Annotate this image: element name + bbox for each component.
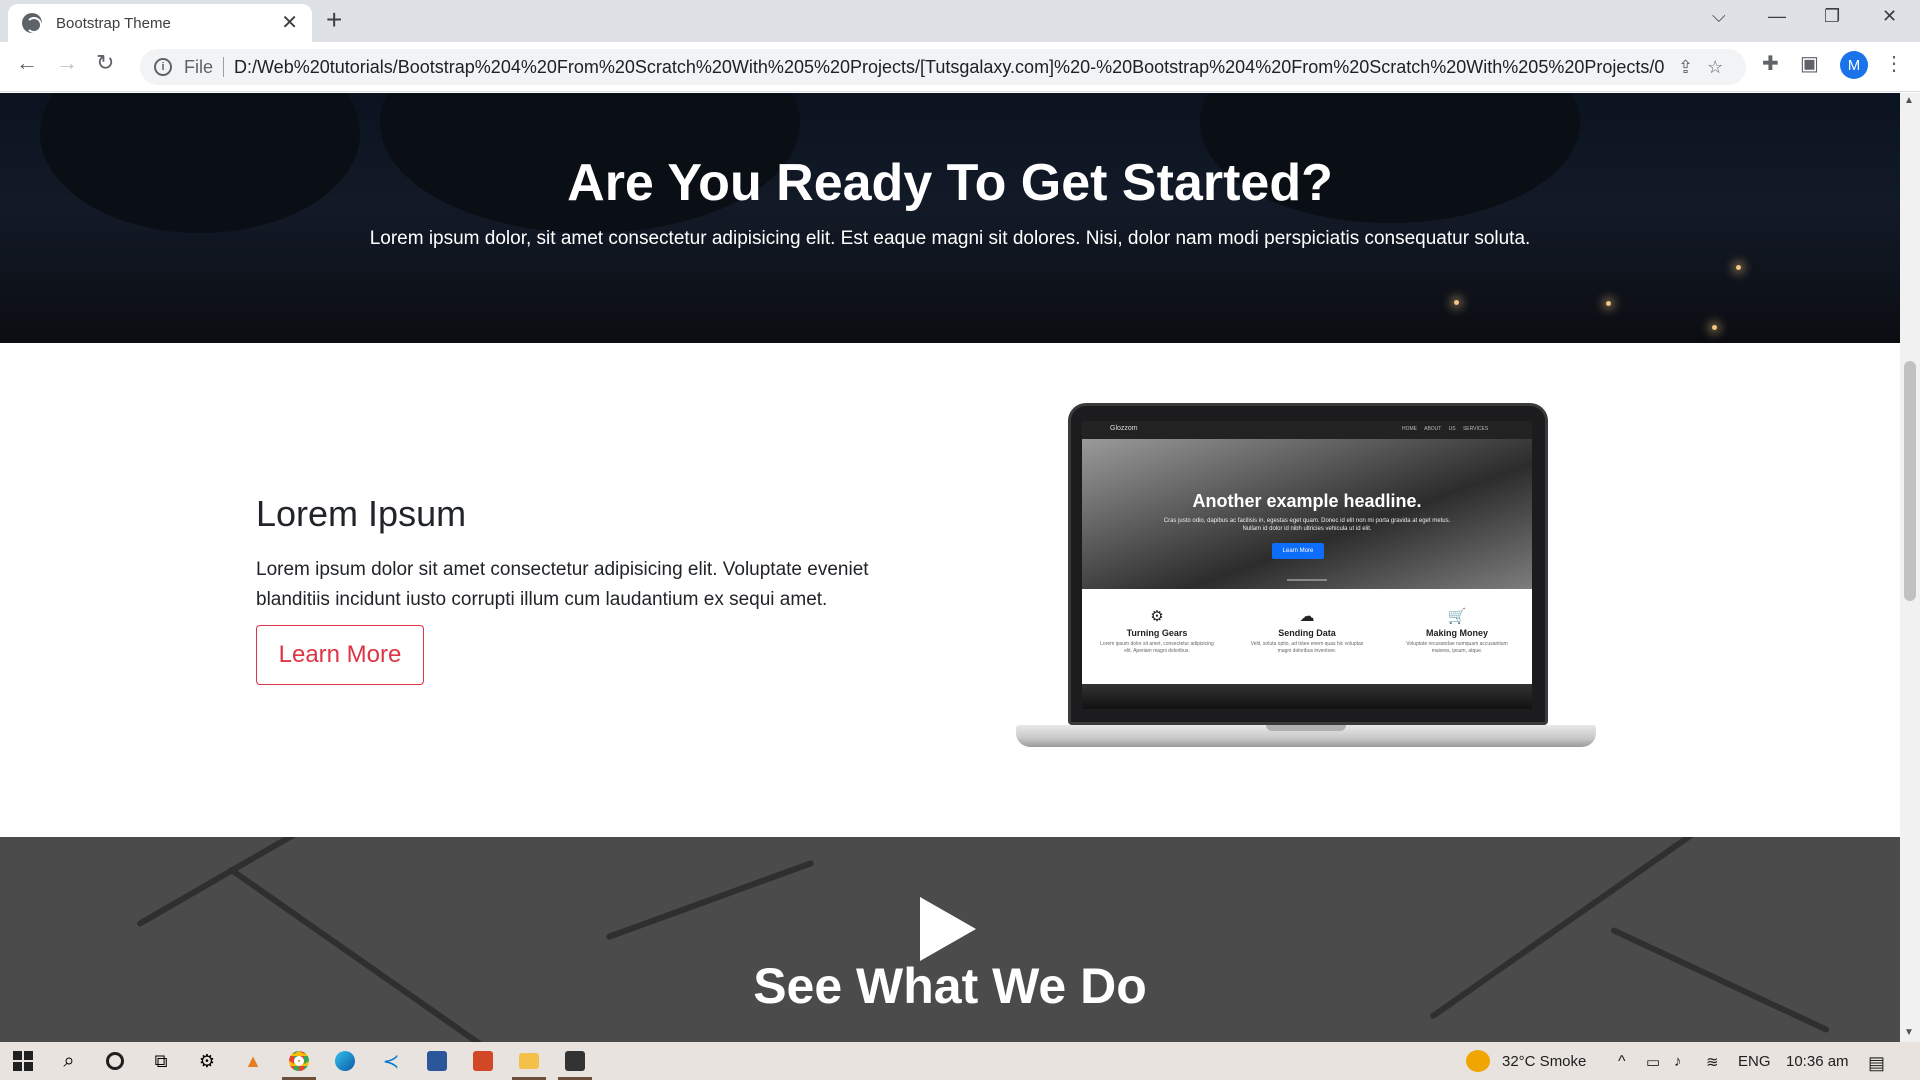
page-viewport: Are You Ready To Get Started? Lorem ipsu…	[0, 93, 1900, 1042]
powerpoint-icon[interactable]	[460, 1042, 506, 1080]
wifi-icon[interactable]: ≋	[1706, 1053, 1719, 1071]
screen-hero: Another example headline. Cras justo odi…	[1082, 439, 1532, 589]
laptop-image: Glozzom HOME ABOUT US SERVICES Another e…	[1016, 403, 1596, 763]
sticky-notes-icon[interactable]	[552, 1042, 598, 1080]
profile-avatar[interactable]: M	[1840, 51, 1868, 79]
vscode-icon[interactable]: ≺	[368, 1042, 414, 1080]
tab-title: Bootstrap Theme	[56, 14, 171, 32]
screen-feature-text: Voluptate recusandae numquam accusantium…	[1406, 641, 1508, 654]
cortana-icon[interactable]	[92, 1042, 138, 1080]
screen-brand: Glozzom	[1110, 425, 1138, 432]
minimize-icon[interactable]: —	[1768, 6, 1786, 27]
tab-close-button[interactable]: ✕	[281, 13, 298, 33]
street-light	[1712, 325, 1717, 330]
page-scrollbar[interactable]: ▲ ▼	[1900, 93, 1920, 1042]
learn-more-button[interactable]: Learn More	[256, 625, 424, 685]
battery-icon[interactable]: ▭	[1646, 1053, 1660, 1071]
screen-learn-more: Learn More	[1272, 543, 1324, 559]
scroll-up-arrow-icon[interactable]: ▲	[1904, 95, 1914, 106]
vlc-icon[interactable]: ▲	[230, 1042, 276, 1080]
task-view-icon[interactable]: ⧉	[138, 1042, 184, 1080]
scroll-down-arrow-icon[interactable]: ▼	[1904, 1027, 1914, 1038]
street-light	[1454, 300, 1459, 305]
screen-feature-text: Velit, soluta optio, ad totee enem quas …	[1250, 641, 1364, 654]
file-explorer-icon[interactable]	[506, 1042, 552, 1080]
screen-feature-text: Lorem ipsum dolor sit amet, consectetur …	[1100, 641, 1214, 654]
weather-icon[interactable]	[1466, 1050, 1490, 1072]
cart-icon: 🛒	[1447, 608, 1467, 625]
chrome-icon[interactable]	[276, 1042, 322, 1080]
video-title: See What We Do	[753, 958, 1147, 1014]
edge-icon[interactable]	[322, 1042, 368, 1080]
tab-search-icon[interactable]: ⌵	[1712, 6, 1726, 27]
hero-title: Are You Ready To Get Started?	[567, 154, 1333, 212]
screen-feature: 🛒 Making Money Voluptate recusandae numq…	[1397, 609, 1517, 684]
screen-feature: ☁ Sending Data Velit, soluta optio, ad t…	[1247, 609, 1367, 684]
menu-kebab-icon[interactable]: ⋮	[1884, 54, 1904, 74]
back-arrow-icon[interactable]: ←	[16, 52, 38, 74]
clock[interactable]: 10:36 am	[1786, 1053, 1849, 1070]
scrollbar-thumb[interactable]	[1904, 361, 1916, 601]
video-section: See What We Do	[0, 837, 1900, 1042]
side-panel-icon[interactable]: ▣	[1800, 54, 1819, 74]
screen-feature-title: Making Money	[1425, 628, 1488, 638]
reload-icon[interactable]: ↻	[96, 52, 114, 74]
street-light	[1736, 265, 1741, 270]
screen-navbar: Glozzom HOME ABOUT US SERVICES	[1082, 421, 1532, 439]
play-icon[interactable]	[920, 897, 976, 961]
feature-text: Lorem ipsum dolor sit amet consectetur a…	[256, 559, 869, 611]
background-sketch	[227, 865, 493, 1042]
screen-headline: Another example headline.	[1192, 491, 1422, 511]
windows-taskbar: ⌕ ⧉ ⚙ ▲ ≺ 32°C Smoke ^ ▭ ♪ ≋ ENG 10:36 a…	[0, 1042, 1920, 1080]
cloud-icon: ☁	[1299, 608, 1315, 625]
screen-hero-text: Cras justo odio, dapibus ac facilisis in…	[1163, 518, 1451, 533]
browser-toolbar: ← → ↻ i File D:/Web%20tutorials/Bootstra…	[0, 42, 1920, 92]
gear-icon: ⚙	[1150, 608, 1164, 625]
info-icon[interactable]: i	[154, 58, 172, 76]
volume-icon[interactable]: ♪	[1674, 1053, 1682, 1070]
extensions-icon[interactable]: ✚	[1762, 54, 1779, 74]
windows-start-icon[interactable]	[0, 1042, 46, 1080]
share-icon[interactable]: ⇪	[1678, 57, 1693, 78]
close-window-icon[interactable]: ✕	[1882, 6, 1897, 27]
screen-feature: ⚙ Turning Gears Lorem ipsum dolor sit am…	[1097, 609, 1217, 684]
screen-features: ⚙ Turning Gears Lorem ipsum dolor sit am…	[1082, 589, 1532, 684]
screen-feature-title: Sending Data	[1278, 628, 1336, 638]
screen-carousel-indicators	[1287, 579, 1327, 581]
url-text[interactable]: D:/Web%20tutorials/Bootstrap%204%20From%…	[234, 57, 1664, 78]
background-sketch	[605, 859, 815, 941]
screen-nav-links: HOME ABOUT US SERVICES	[1402, 426, 1489, 432]
hero-subtitle: Lorem ipsum dolor, sit amet consectetur …	[369, 228, 1531, 249]
restore-icon[interactable]: ❐	[1824, 6, 1840, 27]
screen-bottom-strip	[1082, 684, 1532, 709]
bookmark-star-icon[interactable]: ☆	[1707, 57, 1723, 78]
new-tab-button[interactable]: +	[326, 6, 342, 34]
address-bar[interactable]: i File D:/Web%20tutorials/Bootstrap%204%…	[140, 49, 1746, 85]
word-icon[interactable]	[414, 1042, 460, 1080]
feature-section: Lorem Ipsum Lorem ipsum dolor sit amet c…	[0, 343, 1900, 837]
chevron-up-icon[interactable]: ^	[1618, 1053, 1626, 1071]
laptop-notch	[1266, 725, 1346, 731]
browser-tab[interactable]: Bootstrap Theme ✕	[8, 4, 312, 42]
settings-gear-icon[interactable]: ⚙	[184, 1042, 230, 1080]
browser-tabstrip: Bootstrap Theme ✕ + ⌵ — ❐ ✕	[0, 0, 1920, 42]
weather-text[interactable]: 32°C Smoke	[1502, 1053, 1586, 1070]
feature-heading: Lorem Ipsum	[256, 493, 467, 534]
forward-arrow-icon[interactable]: →	[56, 52, 78, 74]
notifications-icon[interactable]: ▤	[1868, 1053, 1885, 1074]
globe-icon	[22, 13, 42, 33]
url-separator	[223, 57, 225, 77]
screen-feature-title: Turning Gears	[1126, 628, 1188, 638]
search-icon[interactable]: ⌕	[46, 1042, 92, 1080]
get-started-section: Are You Ready To Get Started? Lorem ipsu…	[0, 93, 1900, 343]
url-scheme: File	[184, 56, 214, 77]
laptop-screen: Glozzom HOME ABOUT US SERVICES Another e…	[1082, 421, 1532, 709]
street-light	[1606, 301, 1611, 306]
language-indicator[interactable]: ENG	[1738, 1053, 1771, 1070]
